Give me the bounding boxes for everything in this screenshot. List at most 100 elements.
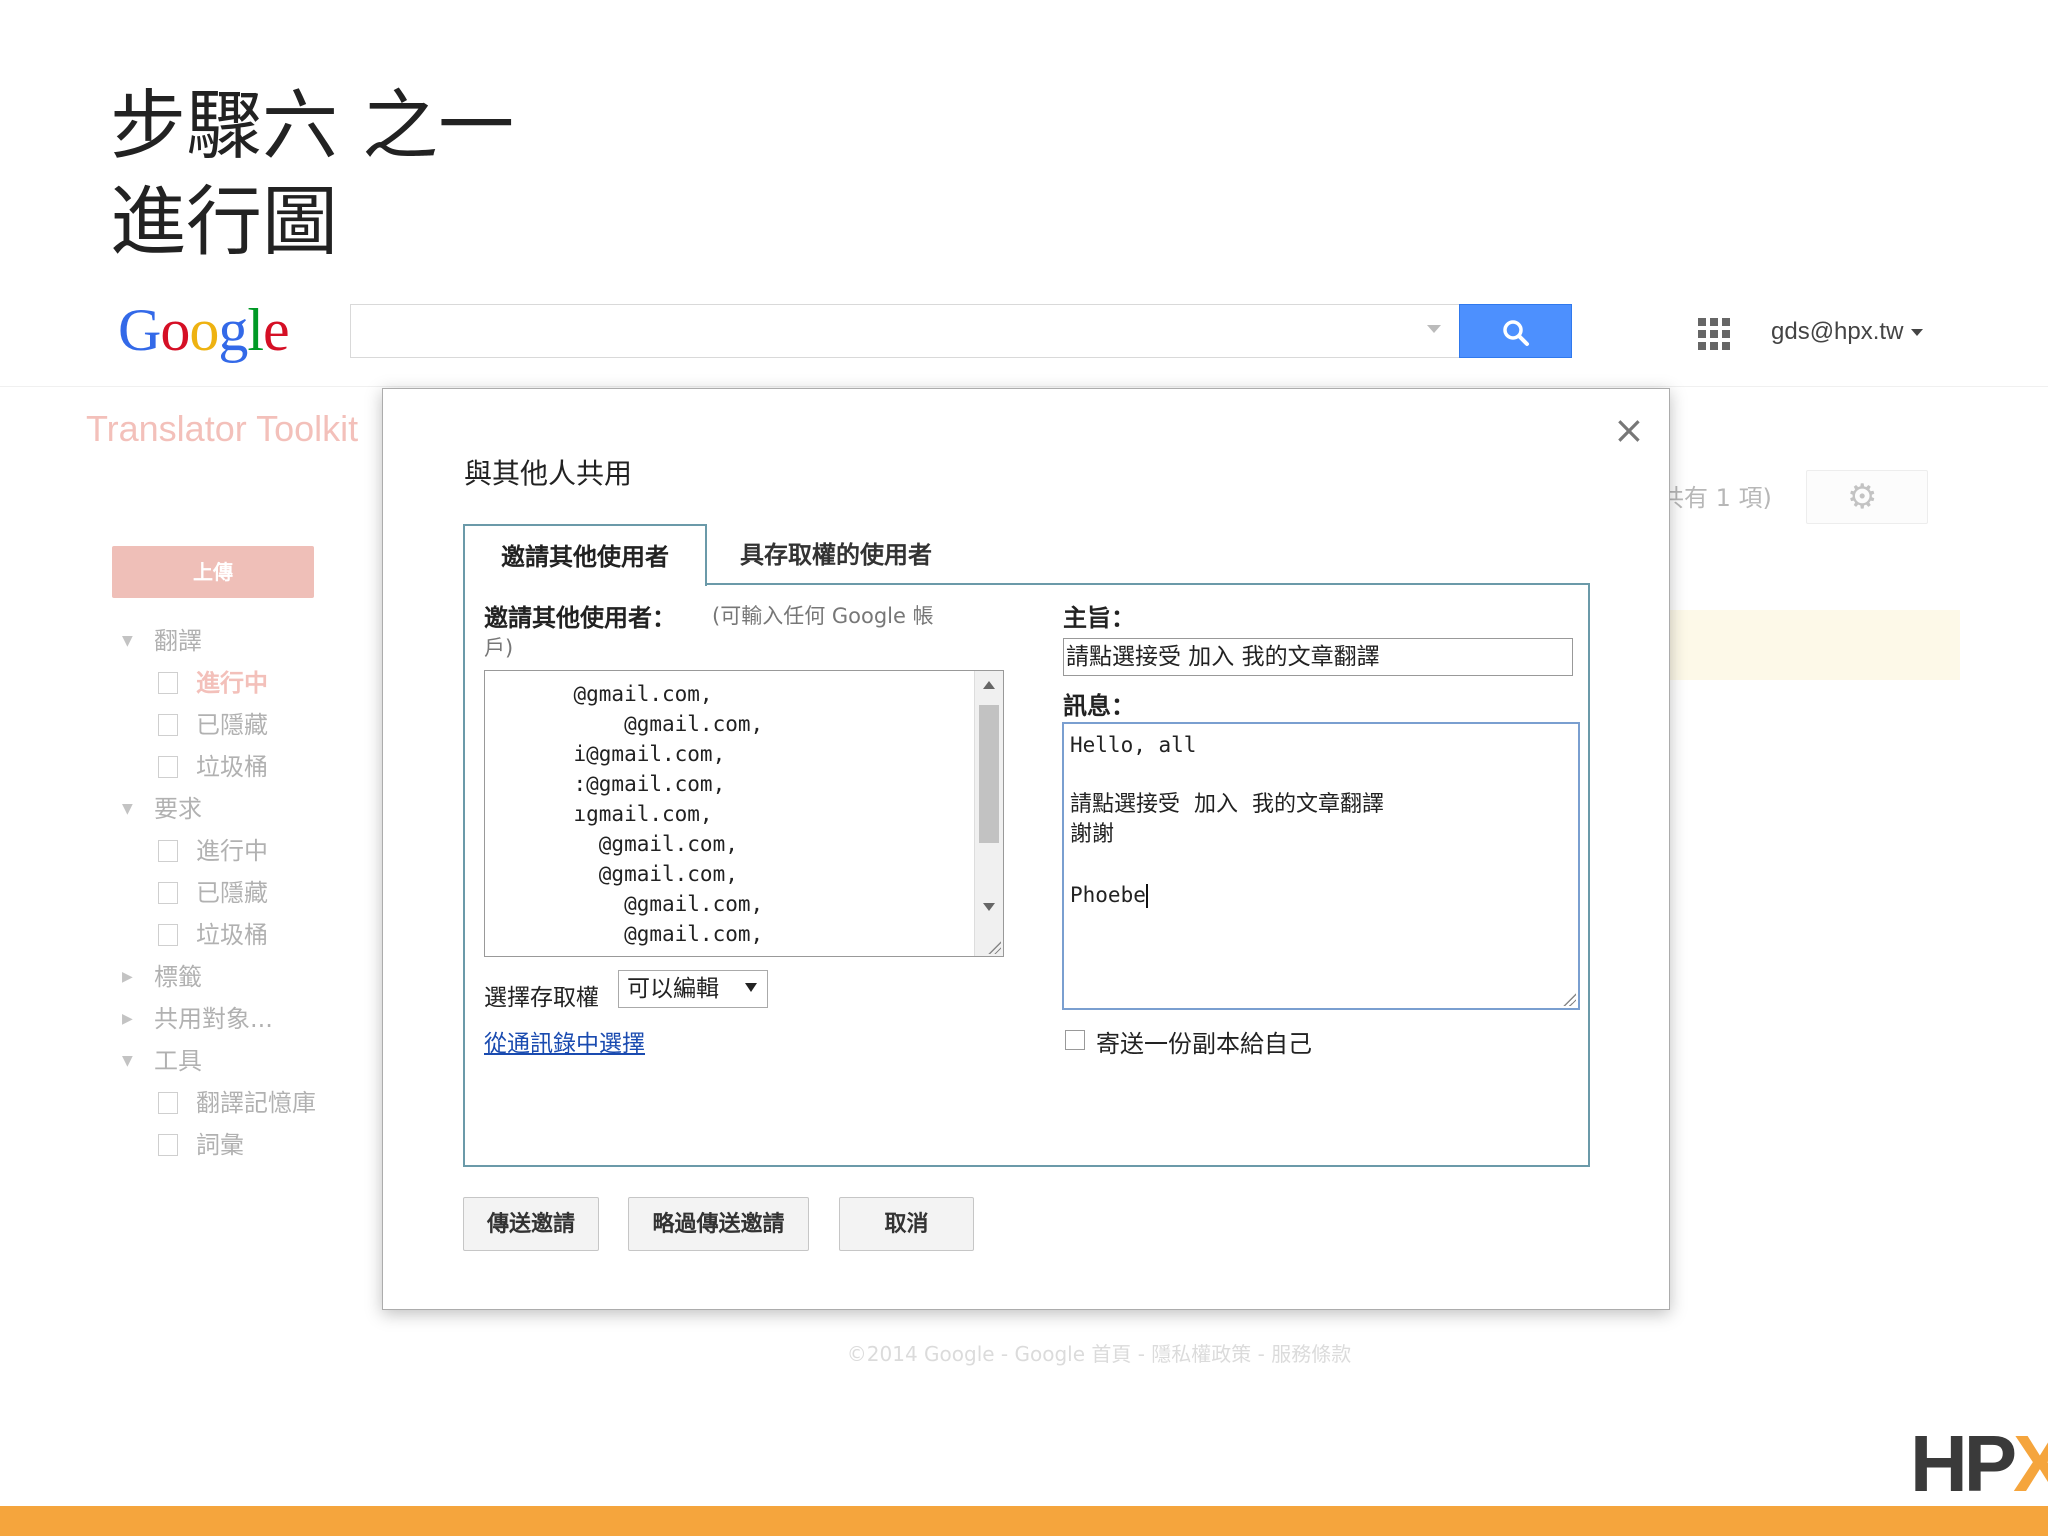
brand-bar [0, 1506, 2048, 1536]
cancel-button[interactable]: 取消 [839, 1197, 974, 1251]
email-line: @gmail.com, [485, 712, 764, 736]
sidebar-item[interactable]: 已隱藏 [118, 872, 316, 914]
sidebar-item[interactable]: ▼ 翻譯 [118, 620, 316, 662]
email-line: ıgmail.com, [485, 802, 713, 826]
upload-button[interactable]: 上傳 [112, 546, 314, 598]
expand-arrow-icon[interactable]: ▶ [122, 956, 133, 998]
email-line: :@gmail.com, [485, 772, 726, 796]
document-icon [158, 882, 178, 904]
sidebar-item-label: 要求 [154, 795, 202, 823]
logo-letter: o [189, 297, 219, 363]
expand-arrow-icon[interactable]: ▼ [122, 788, 133, 830]
apps-grid-icon[interactable] [1698, 318, 1730, 350]
hpx-logo-main: HP [1910, 1419, 2017, 1508]
sidebar-item-label: 已隱藏 [196, 711, 268, 739]
email-line: @gmail.com, [485, 682, 713, 706]
invite-hint-continued: 戶) [484, 636, 514, 660]
google-logo[interactable]: Google [118, 296, 290, 365]
sidebar-item[interactable]: 詞彙 [118, 1124, 316, 1166]
sidebar-item[interactable]: ▼ 要求 [118, 788, 316, 830]
document-icon [158, 672, 178, 694]
close-icon[interactable]: × [1613, 410, 1645, 450]
sidebar-item-label: 工具 [154, 1047, 202, 1075]
tab-invite-users[interactable]: 邀請其他使用者 [463, 524, 707, 586]
document-icon [158, 1092, 178, 1114]
send-invite-button[interactable]: 傳送邀請 [463, 1197, 599, 1251]
logo-letter: o [160, 297, 190, 363]
sidebar-item[interactable]: ▼ 工具 [118, 1040, 316, 1082]
sidebar-item-label: 進行中 [196, 837, 268, 865]
sidebar-item[interactable]: 進行中 [118, 830, 316, 872]
sidebar-item[interactable]: ▶ 共用對象... [118, 998, 316, 1040]
search-button[interactable] [1459, 304, 1572, 358]
sidebar-item[interactable]: 垃圾桶 [118, 746, 316, 788]
sidebar-item[interactable]: ▶ 標籤 [118, 956, 316, 998]
resize-handle-icon[interactable] [987, 940, 1001, 954]
sidebar-item-label: 共用對象... [154, 1005, 273, 1033]
gear-icon: ⚙ [1847, 477, 1878, 517]
scroll-up-icon[interactable] [983, 681, 995, 689]
settings-button[interactable]: ⚙ [1806, 470, 1928, 524]
email-line: @gmail.com, [485, 922, 764, 946]
sidebar-item-label: 詞彙 [196, 1131, 244, 1159]
footer-text: ©2014 Google - Google 首頁 - 隱私權政策 - 服務條款 [846, 1342, 1352, 1366]
document-icon [158, 924, 178, 946]
email-list: @gmail.com, @gmail.com, i@gmail.com, :@g… [485, 679, 965, 949]
send-copy-label[interactable]: 寄送一份副本給自己 [1096, 1024, 1312, 1059]
document-icon [158, 840, 178, 862]
permission-value: 可以編輯 [627, 976, 719, 1002]
account-menu[interactable]: gds@hpx.tw [1771, 318, 1924, 346]
text-cursor [1145, 884, 1148, 908]
logo-letter: e [263, 297, 290, 363]
message-line [1070, 760, 1572, 790]
item-count: 共有 1 項) [1660, 484, 1772, 512]
chevron-down-icon[interactable] [1427, 325, 1441, 333]
sidebar-item[interactable]: 翻譯記憶庫 [118, 1082, 316, 1124]
hpx-logo-accent: X [2013, 1419, 2048, 1508]
slide-title-line1: 步驟六 之一 [110, 81, 515, 170]
message-line: Hello, all [1070, 733, 1197, 757]
email-line: @gmail.com, [485, 862, 738, 886]
logo-letter: g [218, 297, 248, 363]
expand-arrow-icon[interactable]: ▶ [122, 998, 133, 1040]
document-icon [158, 756, 178, 778]
sidebar-item[interactable]: 進行中 [118, 662, 316, 704]
sidebar-item-label: 翻譯記憶庫 [196, 1089, 316, 1117]
email-line: @gmail.com, [485, 892, 764, 916]
permission-label: 選擇存取權 [484, 985, 599, 1011]
search-icon [1503, 320, 1529, 346]
notification-bar [1665, 610, 1960, 680]
email-line: @gmail.com, [485, 832, 738, 856]
resize-handle-icon[interactable] [1562, 992, 1576, 1006]
sidebar-item[interactable]: 垃圾桶 [118, 914, 316, 956]
invite-label: 邀請其他使用者： [484, 603, 676, 632]
header-divider [0, 386, 2048, 387]
account-email: gds@hpx.tw [1771, 318, 1904, 345]
skip-invite-button[interactable]: 略過傳送邀請 [628, 1197, 809, 1251]
scrollbar[interactable] [974, 671, 1003, 956]
choose-from-contacts-link[interactable]: 從通訊錄中選擇 [484, 1024, 645, 1058]
subject-label: 主旨： [1063, 603, 1135, 632]
invite-emails-textarea[interactable]: @gmail.com, @gmail.com, i@gmail.com, :@g… [484, 670, 1004, 957]
message-line [1070, 850, 1572, 880]
expand-arrow-icon[interactable]: ▼ [122, 620, 133, 662]
dropdown-arrow-icon [745, 983, 757, 992]
slide-title: 步驟六 之一 進行圖 [110, 78, 514, 270]
message-textarea[interactable]: Hello, all 請點選接受 加入 我的文章翻譯 謝謝 Phoebe [1062, 722, 1580, 1010]
logo-letter: G [118, 297, 161, 363]
subject-input[interactable]: 請點選接受 加入 我的文章翻譯 [1063, 638, 1573, 676]
expand-arrow-icon[interactable]: ▼ [122, 1040, 133, 1082]
permission-select[interactable]: 可以編輯 [618, 970, 768, 1008]
tab-users-with-access[interactable]: 具存取權的使用者 [740, 535, 932, 570]
scrollbar-thumb[interactable] [979, 705, 999, 843]
slide-title-line2: 進行圖 [110, 177, 338, 266]
search-input[interactable] [350, 304, 1460, 358]
message-line: 謝謝 [1070, 822, 1115, 847]
sidebar-item[interactable]: 已隱藏 [118, 704, 316, 746]
document-icon [158, 1134, 178, 1156]
send-copy-checkbox[interactable] [1065, 1030, 1085, 1050]
sidebar-item-label: 已隱藏 [196, 879, 268, 907]
scroll-down-icon[interactable] [983, 903, 995, 911]
document-icon [158, 714, 178, 736]
app-title[interactable]: Translator Toolkit [86, 408, 358, 450]
